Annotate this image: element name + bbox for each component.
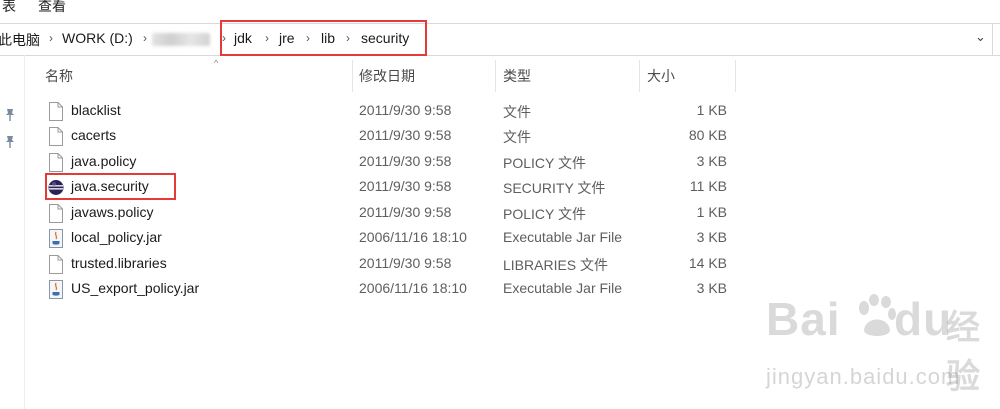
breadcrumb-lib[interactable]: lib xyxy=(321,30,335,46)
file-type: Executable Jar File xyxy=(503,280,623,296)
menu-item-partial[interactable]: 表 xyxy=(2,0,16,16)
file-name: blacklist xyxy=(71,102,121,118)
file-row[interactable]: blacklist 2011/9/30 9:58 文件 1 KB xyxy=(44,99,744,124)
breadcrumb-security[interactable]: security xyxy=(361,30,409,46)
column-header-size[interactable]: 大小 xyxy=(647,66,675,86)
file-size: 1 KB xyxy=(696,204,727,220)
file-type: Executable Jar File xyxy=(503,229,623,245)
watermark-brand-cn: 经验 xyxy=(946,309,980,396)
breadcrumb-jre[interactable]: jre xyxy=(279,30,295,46)
file-name: java.security xyxy=(71,178,149,194)
file-size: 3 KB xyxy=(696,229,727,245)
breadcrumb-chevron-icon[interactable]: › xyxy=(222,31,226,45)
file-icon xyxy=(49,127,63,146)
pin-icon[interactable] xyxy=(4,108,16,122)
breadcrumb-jdk[interactable]: jdk xyxy=(234,30,252,46)
eclipse-icon xyxy=(48,180,64,195)
column-header-name[interactable]: 名称 xyxy=(45,66,73,86)
file-type: 文件 xyxy=(503,104,531,120)
file-type: POLICY 文件 xyxy=(503,155,586,171)
file-size: 80 KB xyxy=(688,127,727,143)
file-name: trusted.libraries xyxy=(71,255,167,271)
sort-caret-icon: ^ xyxy=(214,58,219,68)
file-icon xyxy=(49,153,63,172)
file-date: 2011/9/30 9:58 xyxy=(359,178,452,194)
file-size: 1 KB xyxy=(696,102,727,118)
file-row[interactable]: local_policy.jar 2006/11/16 18:10 Execut… xyxy=(44,226,744,251)
file-type: POLICY 文件 xyxy=(503,206,586,222)
file-type: SECURITY 文件 xyxy=(503,180,606,196)
file-name: US_export_policy.jar xyxy=(71,280,200,296)
menu-bar: 表 查看 xyxy=(0,0,1000,18)
file-row[interactable]: javaws.policy 2011/9/30 9:58 POLICY 文件 1… xyxy=(44,201,744,226)
jar-icon xyxy=(49,280,63,299)
file-name: java.policy xyxy=(71,153,137,169)
column-header-date[interactable]: 修改日期 xyxy=(359,66,415,86)
file-size: 11 KB xyxy=(689,178,727,194)
column-divider[interactable] xyxy=(639,60,640,92)
file-icon xyxy=(49,255,63,274)
file-icon xyxy=(49,102,63,121)
file-date: 2011/9/30 9:58 xyxy=(359,102,452,118)
file-name: javaws.policy xyxy=(71,204,154,220)
column-divider[interactable] xyxy=(352,60,353,92)
file-name: local_policy.jar xyxy=(71,229,162,245)
file-icon xyxy=(49,204,63,223)
watermark-url: jingyan.baidu.com xyxy=(766,364,961,389)
file-row[interactable]: trusted.libraries 2011/9/30 9:58 LIBRARI… xyxy=(44,252,744,277)
breadcrumb-chevron-icon[interactable]: › xyxy=(143,31,147,45)
file-row[interactable]: java.policy 2011/9/30 9:58 POLICY 文件 3 K… xyxy=(44,150,744,175)
breadcrumb-chevron-icon[interactable]: › xyxy=(49,31,53,45)
file-row[interactable]: US_export_policy.jar 2006/11/16 18:10 Ex… xyxy=(44,277,744,302)
watermark-brand-b: du xyxy=(894,293,953,345)
breadcrumb-chevron-icon[interactable]: › xyxy=(346,31,350,45)
file-type: LIBRARIES 文件 xyxy=(503,257,609,273)
file-row[interactable]: cacerts 2011/9/30 9:58 文件 80 KB xyxy=(44,124,744,149)
breadcrumb-chevron-icon[interactable]: › xyxy=(306,31,310,45)
address-bar[interactable]: 此电脑 › WORK (D:) › › jdk › jre › lib › se… xyxy=(0,23,1000,56)
navigation-pane xyxy=(0,55,25,409)
address-dropdown-icon[interactable]: ⌄ xyxy=(975,29,986,45)
column-headers: ^ 名称 修改日期 类型 大小 xyxy=(24,58,744,92)
breadcrumb-drive[interactable]: WORK (D:) xyxy=(62,30,133,46)
address-divider xyxy=(992,24,993,55)
paw-icon xyxy=(859,294,896,336)
watermark-brand: Bai xyxy=(766,293,841,345)
file-size: 3 KB xyxy=(696,280,727,296)
file-date: 2011/9/30 9:58 xyxy=(359,204,452,220)
column-divider[interactable] xyxy=(735,60,736,92)
column-header-type[interactable]: 类型 xyxy=(503,66,531,86)
file-date: 2006/11/16 18:10 xyxy=(359,229,467,245)
file-name: cacerts xyxy=(71,127,117,143)
file-date: 2011/9/30 9:58 xyxy=(359,153,452,169)
jar-icon xyxy=(49,229,63,248)
file-size: 3 KB xyxy=(696,153,727,169)
file-size: 14 KB xyxy=(688,255,727,271)
breadcrumb-redacted xyxy=(152,33,210,46)
file-date: 2006/11/16 18:10 xyxy=(359,280,467,296)
menu-item-view[interactable]: 查看 xyxy=(38,0,66,16)
file-row[interactable]: java.security 2011/9/30 9:58 SECURITY 文件… xyxy=(44,175,744,200)
file-date: 2011/9/30 9:58 xyxy=(359,127,452,143)
pin-icon[interactable] xyxy=(4,135,16,149)
file-date: 2011/9/30 9:58 xyxy=(359,255,452,271)
breadcrumb-chevron-icon[interactable]: › xyxy=(265,31,269,45)
file-type: 文件 xyxy=(503,129,531,145)
baidu-watermark: Bai du 经验 jingyan.baidu.com xyxy=(766,292,996,402)
breadcrumb-this-pc[interactable]: 此电脑 xyxy=(0,30,40,50)
column-divider[interactable] xyxy=(495,60,496,92)
